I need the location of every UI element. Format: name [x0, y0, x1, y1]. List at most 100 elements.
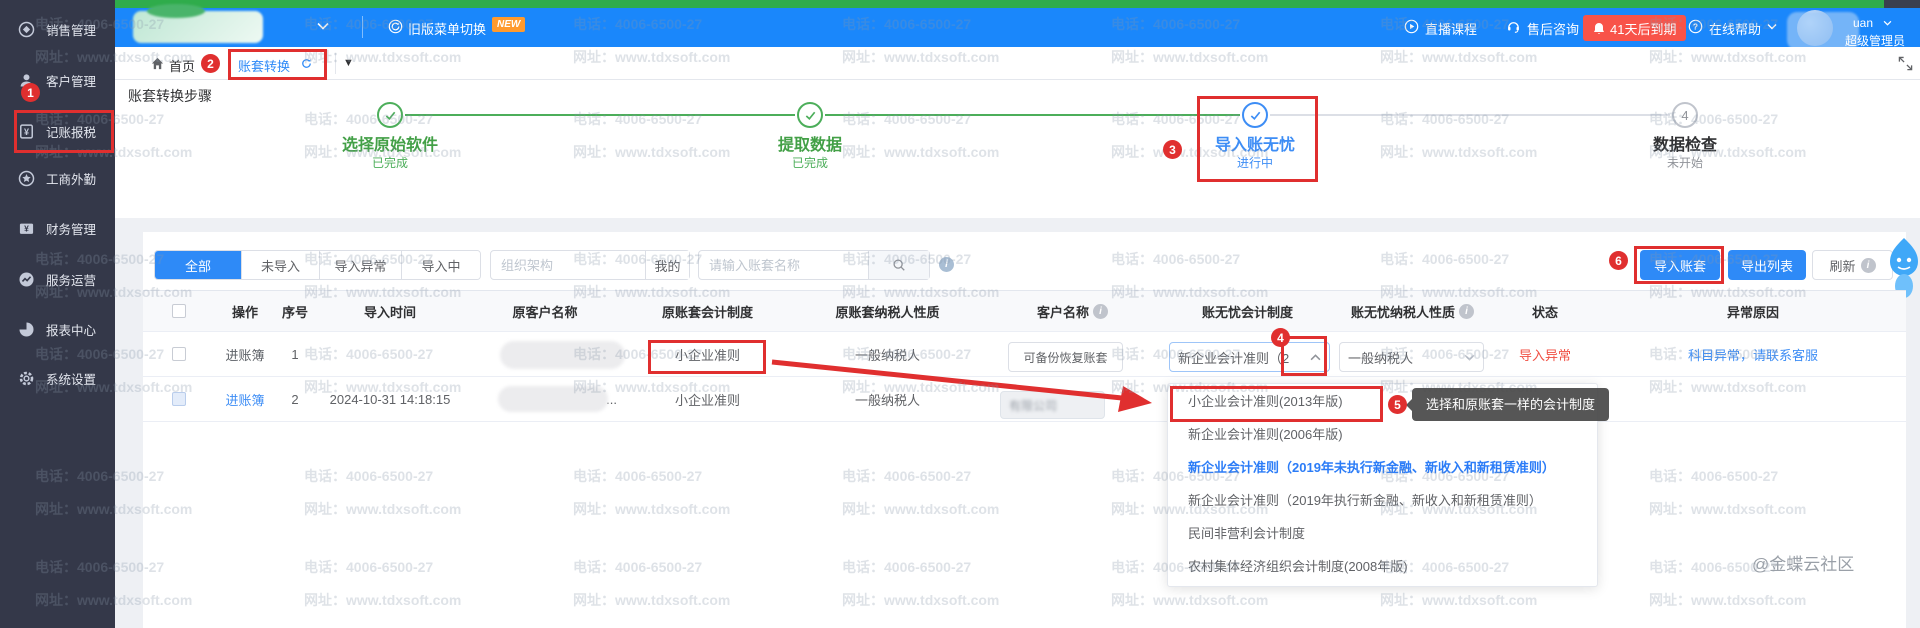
row1-zwy-standard-select[interactable]: 新企业会计准则（2	[1169, 342, 1330, 372]
dropdown-option-6[interactable]: 农村集体经济组织会计制度(2008年版)	[1168, 550, 1597, 583]
sidebar-item-reports[interactable]: 报表中心	[0, 309, 115, 349]
row1-customer-name-blur	[500, 341, 625, 369]
step2-status: 已完成	[720, 154, 900, 171]
row1-orig-taxpayer: 一般纳税人	[790, 345, 985, 364]
menu-switch-label[interactable]: 旧版菜单切换	[408, 19, 486, 38]
sidebar-item-label: 服务运营	[46, 270, 96, 289]
chevron-down-icon[interactable]	[317, 22, 329, 30]
home-icon[interactable]	[150, 56, 165, 71]
zwy-taxpayer-info-icon[interactable]: i	[1459, 304, 1474, 319]
sidebar-item-bookkeeping[interactable]: ¥ 记账报税	[0, 111, 115, 151]
sidebar-item-settings[interactable]: 系统设置	[0, 358, 115, 398]
svg-text:?: ?	[1693, 22, 1698, 32]
after-sales-icon	[1506, 19, 1521, 34]
step2-check-icon	[797, 102, 823, 128]
filter-all[interactable]: 全部	[155, 251, 242, 279]
import-account-button[interactable]: 导入账套	[1640, 250, 1720, 280]
row1-operation-link[interactable]: 进账簿	[215, 345, 275, 364]
row1-customer-action-button[interactable]: 可备份恢复账套	[1008, 342, 1123, 372]
row2-customer-value: 有限公司	[1009, 397, 1057, 414]
dropdown-option-3[interactable]: 新企业会计准则（2019年未执行新金融、新收入和新租赁准则）	[1168, 451, 1597, 484]
row2-operation-link[interactable]: 进账簿	[215, 390, 275, 409]
guide-tooltip: 选择和原账套一样的会计制度	[1412, 388, 1609, 421]
tab-account-conversion[interactable]: 账套转换	[238, 56, 290, 75]
mine-button[interactable]: 我的	[645, 251, 689, 279]
sidebar-item-operations[interactable]: 服务运营	[0, 259, 115, 299]
dropdown-option-4[interactable]: 新企业会计准则（2019年执行新金融、新收入和新租赁准则）	[1168, 484, 1597, 517]
chevron-up-icon	[1310, 354, 1321, 361]
export-list-button[interactable]: 导出列表	[1728, 250, 1806, 280]
row1-checkbox[interactable]	[172, 347, 186, 361]
field-work-icon	[16, 168, 36, 188]
row2-checkbox[interactable]	[172, 392, 186, 406]
bookkeeping-icon: ¥	[16, 121, 36, 141]
row1-customer-action-label: 可备份恢复账套	[1023, 349, 1107, 366]
search-info-icon[interactable]: i	[939, 257, 954, 272]
sales-icon	[16, 19, 36, 39]
filter-importing[interactable]: 导入中	[402, 251, 480, 279]
row1-orig-standard: 小企业准则	[625, 345, 790, 364]
refresh-label: 刷新	[1829, 256, 1855, 275]
sidebar-item-label: 销售管理	[46, 20, 96, 39]
tab-refresh-icon[interactable]	[300, 57, 313, 70]
col-zwy-taxpayer-label: 账无忧纳税人性质	[1351, 302, 1455, 321]
online-help-label[interactable]: 在线帮助	[1709, 19, 1761, 38]
live-course-label[interactable]: 直播课程	[1425, 19, 1477, 38]
logo-blur	[133, 11, 263, 43]
svg-text:¥: ¥	[23, 127, 28, 137]
col-seq: 序号	[275, 302, 315, 321]
tab-divider	[335, 53, 336, 74]
help-chevron-down-icon[interactable]	[1767, 23, 1777, 30]
tab-list-caret-icon[interactable]: ▼	[343, 57, 354, 69]
select-all-checkbox[interactable]	[172, 304, 186, 318]
user-chevron-down-icon[interactable]	[1883, 20, 1892, 26]
logo-leaf	[147, 4, 205, 18]
step1-label: 选择原始软件	[300, 131, 480, 155]
search-input[interactable]	[699, 258, 868, 273]
org-structure-input[interactable]	[491, 258, 645, 273]
row2-import-time: 2024-10-31 14:18:15	[315, 392, 465, 407]
top-strip-dark	[1884, 0, 1920, 8]
col-zwy-standard: 账无忧会计制度	[1160, 302, 1335, 321]
dropdown-option-5[interactable]: 民间非营利会计制度	[1168, 517, 1597, 550]
row1-zwy-taxpayer-value: 一般纳税人	[1348, 348, 1413, 367]
topbar-divider	[362, 16, 363, 38]
after-sales-label[interactable]: 售后咨询	[1527, 19, 1579, 38]
step-connector-2	[825, 114, 1240, 116]
step4-status: 未开始	[1595, 154, 1775, 171]
sidebar-item-customers[interactable]: 客户管理	[0, 60, 115, 100]
sidebar: 销售管理 客户管理 ¥ 记账报税 工商外勤 ¥ 财务管理 服务运营 报表中心 系…	[0, 0, 115, 628]
filter-not-imported[interactable]: 未导入	[242, 251, 320, 279]
dropdown-option-2[interactable]: 新企业会计准则(2006年版)	[1168, 418, 1597, 451]
refresh-button[interactable]: 刷新 i	[1812, 250, 1893, 280]
search-button[interactable]	[868, 251, 929, 279]
sidebar-item-finance[interactable]: ¥ 财务管理	[0, 208, 115, 248]
row2-orig-taxpayer: 一般纳税人	[790, 390, 985, 409]
row1-error-reason-link[interactable]: 科目异常，请联系客服	[1600, 345, 1906, 364]
username[interactable]: uan	[1853, 16, 1873, 30]
refresh-info-icon: i	[1861, 258, 1876, 273]
row2-customer-input[interactable]: 有限公司	[1000, 391, 1105, 419]
customer-info-icon[interactable]: i	[1093, 304, 1108, 319]
row1-zwy-taxpayer-select[interactable]: 一般纳税人	[1339, 342, 1484, 372]
expire-notice-badge[interactable]: 41天后到期	[1583, 15, 1686, 41]
step2-label: 提取数据	[720, 131, 900, 155]
sidebar-item-field-work[interactable]: 工商外勤	[0, 158, 115, 198]
top-bar: 旧版菜单切换 NEW 直播课程 售后咨询 41天后到期 ? 在线帮助 uan 超…	[115, 8, 1920, 47]
col-operation: 操作	[215, 302, 275, 321]
expand-icon[interactable]	[1898, 56, 1913, 71]
filter-import-error[interactable]: 导入异常	[320, 251, 402, 279]
sidebar-item-label: 财务管理	[46, 219, 96, 238]
row1-seq: 1	[275, 347, 315, 362]
app-root: 销售管理 客户管理 ¥ 记账报税 工商外勤 ¥ 财务管理 服务运营 报表中心 系…	[0, 0, 1920, 628]
tab-home[interactable]: 首页	[169, 56, 195, 75]
help-icon: ?	[1688, 19, 1703, 34]
finance-icon: ¥	[16, 218, 36, 238]
col-error-reason: 异常原因	[1600, 302, 1906, 321]
sidebar-item-sales[interactable]: 销售管理	[0, 9, 115, 49]
sidebar-item-label: 报表中心	[46, 320, 96, 339]
chevron-down-icon	[1464, 354, 1475, 361]
new-badge: NEW	[492, 17, 525, 32]
row2-orig-standard: 小企业准则	[625, 390, 790, 409]
tab-bar: 首页 账套转换 ▼	[115, 47, 1920, 80]
